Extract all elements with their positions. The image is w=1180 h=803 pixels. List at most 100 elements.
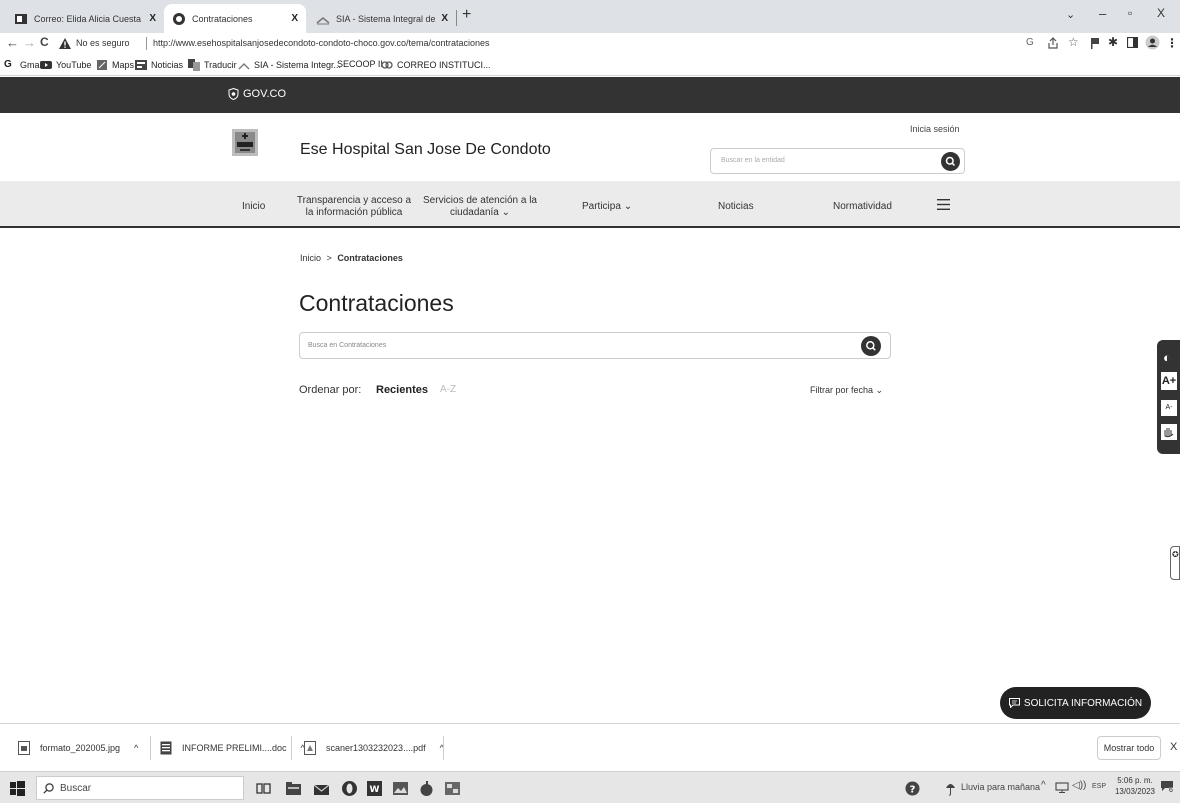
nav-inicio[interactable]: Inicio	[242, 201, 265, 213]
flag-extension-icon[interactable]	[1090, 37, 1101, 49]
new-tab-button[interactable]: +	[462, 6, 471, 24]
bookmark-traducir[interactable]: Traducir	[188, 59, 237, 71]
side-widget-tab[interactable]: ✪	[1170, 546, 1180, 580]
profile-avatar-icon[interactable]	[1145, 35, 1160, 50]
breadcrumb: Inicio > Contrataciones	[300, 253, 403, 263]
download-separator	[443, 736, 444, 760]
tab-search-icon[interactable]: ⌄	[1066, 8, 1075, 21]
bookmark-youtube[interactable]: YouTube	[40, 59, 91, 71]
bookmark-secoop[interactable]: SECOOP II	[337, 59, 383, 69]
tab-email[interactable]: Correo: Elida Alicia Cuesta Garcia X	[6, 4, 164, 33]
login-link[interactable]: Inicia sesión	[910, 124, 960, 134]
nav-servicios[interactable]: Servicios de atención a la ciudadanía ⌄	[420, 195, 540, 219]
address-bar[interactable]: http://www.esehospitalsanjosedecondoto-c…	[153, 38, 490, 48]
sia-icon	[238, 63, 250, 70]
bookmark-noticias[interactable]: Noticias	[135, 59, 183, 71]
tab-title: Correo: Elida Alicia Cuesta Garcia	[34, 13, 143, 24]
gov-co-link[interactable]: GOV.CO	[228, 88, 286, 100]
entity-search-input[interactable]: Buscar en la entidad	[710, 148, 965, 174]
chevron-down-icon: ⌄	[623, 201, 633, 212]
link-icon	[381, 61, 393, 69]
forward-button[interactable]: →	[23, 35, 36, 50]
nav-participa[interactable]: Participa ⌄	[582, 201, 632, 213]
bookmark-correo[interactable]: CORREO INSTITUCI...	[381, 59, 491, 71]
bookmark-star-icon[interactable]: ☆	[1068, 35, 1079, 49]
restore-button[interactable]: ▫	[1128, 6, 1132, 20]
tab-close-icon[interactable]: X	[149, 13, 156, 24]
weather-text[interactable]: Lluvia para mañana	[961, 782, 1040, 792]
download-filename: formato_202005.jpg	[40, 743, 121, 753]
browser-menu-icon[interactable]: ⋮	[1166, 36, 1178, 50]
volume-icon[interactable]: ◁))	[1072, 780, 1086, 791]
download-item[interactable]: INFORME PRELIMI....doc ^	[160, 736, 305, 760]
filter-by-date[interactable]: Filtrar por fecha ⌄	[810, 385, 883, 396]
nav-noticias[interactable]: Noticias	[718, 201, 754, 213]
breadcrumb-home[interactable]: Inicio	[300, 253, 321, 263]
breadcrumb-separator: >	[326, 253, 332, 263]
taskbar-search-box[interactable]: Buscar	[36, 776, 244, 800]
download-separator	[291, 736, 292, 760]
extensions-puzzle-icon[interactable]: ✱	[1108, 35, 1118, 49]
task-view-icon[interactable]	[255, 780, 272, 797]
nav-normatividad[interactable]: Normatividad	[833, 201, 892, 213]
side-panel-icon[interactable]	[1127, 37, 1138, 48]
clock[interactable]: 5:06 p. m. 13/03/2023	[1114, 775, 1156, 797]
svg-text:?: ?	[910, 785, 916, 796]
windows-start-icon[interactable]	[9, 780, 26, 797]
help-icon[interactable]: ?	[904, 780, 921, 797]
windows-taskbar: Buscar W ? Lluvia para mañana ^ ◁)) ESP …	[0, 771, 1180, 803]
site-navigation: Inicio Transparencia y acceso a la infor…	[0, 181, 1180, 228]
download-item[interactable]: scaner1303232023....pdf ^	[304, 736, 444, 760]
paint-app-icon[interactable]	[418, 780, 435, 797]
reload-button[interactable]: C	[40, 35, 49, 49]
taskbar-search-label: Buscar	[60, 782, 92, 794]
nav-transparencia[interactable]: Transparencia y acceso a la información …	[296, 195, 412, 219]
weather-rain-icon[interactable]	[943, 779, 958, 796]
chevron-up-icon[interactable]: ^	[1041, 780, 1046, 791]
sort-az-option[interactable]: A-Z	[440, 384, 456, 395]
sign-language-icon[interactable]	[1161, 424, 1177, 440]
increase-font-button[interactable]: A+	[1161, 372, 1177, 390]
bookmark-maps[interactable]: Maps	[96, 59, 134, 71]
language-indicator[interactable]: ESP	[1092, 783, 1106, 790]
tab-close-icon[interactable]: X	[291, 13, 298, 24]
google-lens-icon[interactable]: G	[1026, 37, 1034, 48]
network-icon[interactable]	[1055, 782, 1069, 793]
tab-sia[interactable]: SIA - Sistema Integral de Auditor X	[308, 4, 456, 33]
contrataciones-search-input[interactable]: Busca en Contrataciones	[299, 332, 891, 359]
decrease-font-button[interactable]: A-	[1161, 400, 1177, 416]
contrast-toggle-icon[interactable]: ◐	[1163, 350, 1171, 365]
hamburger-menu-icon[interactable]	[937, 199, 950, 210]
share-icon[interactable]	[1047, 37, 1059, 49]
nav-label-line: ciudadanía	[449, 207, 499, 218]
not-secure-label[interactable]: No es seguro	[76, 38, 130, 48]
tab-close-icon[interactable]: X	[441, 13, 448, 24]
request-information-button[interactable]: SOLICITA INFORMACIÓN	[1000, 687, 1151, 719]
warning-icon	[59, 38, 71, 49]
app-icon[interactable]	[444, 780, 461, 797]
search-icon[interactable]	[941, 152, 960, 171]
notification-center-icon[interactable]: 6	[1160, 780, 1175, 796]
site-name[interactable]: Ese Hospital San Jose De Condoto	[300, 141, 551, 159]
opera-browser-icon[interactable]	[341, 780, 358, 797]
g-icon: G	[4, 59, 12, 70]
mail-app-icon[interactable]	[313, 780, 330, 797]
search-placeholder: Buscar en la entidad	[721, 157, 785, 164]
bookmark-gmail[interactable]: G Gmail	[4, 59, 44, 71]
bookmark-label: SIA - Sistema Integr...	[254, 60, 342, 70]
minimize-button[interactable]: –	[1099, 6, 1106, 21]
sort-recent-option[interactable]: Recientes	[376, 384, 428, 396]
photos-app-icon[interactable]	[392, 780, 409, 797]
close-window-button[interactable]: X	[1157, 6, 1165, 20]
chevron-up-icon[interactable]: ^	[134, 743, 138, 753]
download-item[interactable]: formato_202005.jpg ^	[18, 736, 138, 760]
search-icon[interactable]	[861, 336, 881, 356]
tab-contrataciones[interactable]: Contrataciones X	[164, 4, 306, 33]
bookmark-sia[interactable]: SIA - Sistema Integr...	[238, 59, 341, 71]
close-downloads-button[interactable]: X	[1170, 741, 1177, 753]
hospital-logo[interactable]	[232, 129, 258, 156]
show-all-downloads-button[interactable]: Mostrar todo	[1097, 736, 1161, 760]
file-explorer-icon[interactable]	[285, 780, 302, 797]
word-app-icon[interactable]: W	[366, 780, 383, 797]
back-button[interactable]: ←	[6, 35, 19, 50]
